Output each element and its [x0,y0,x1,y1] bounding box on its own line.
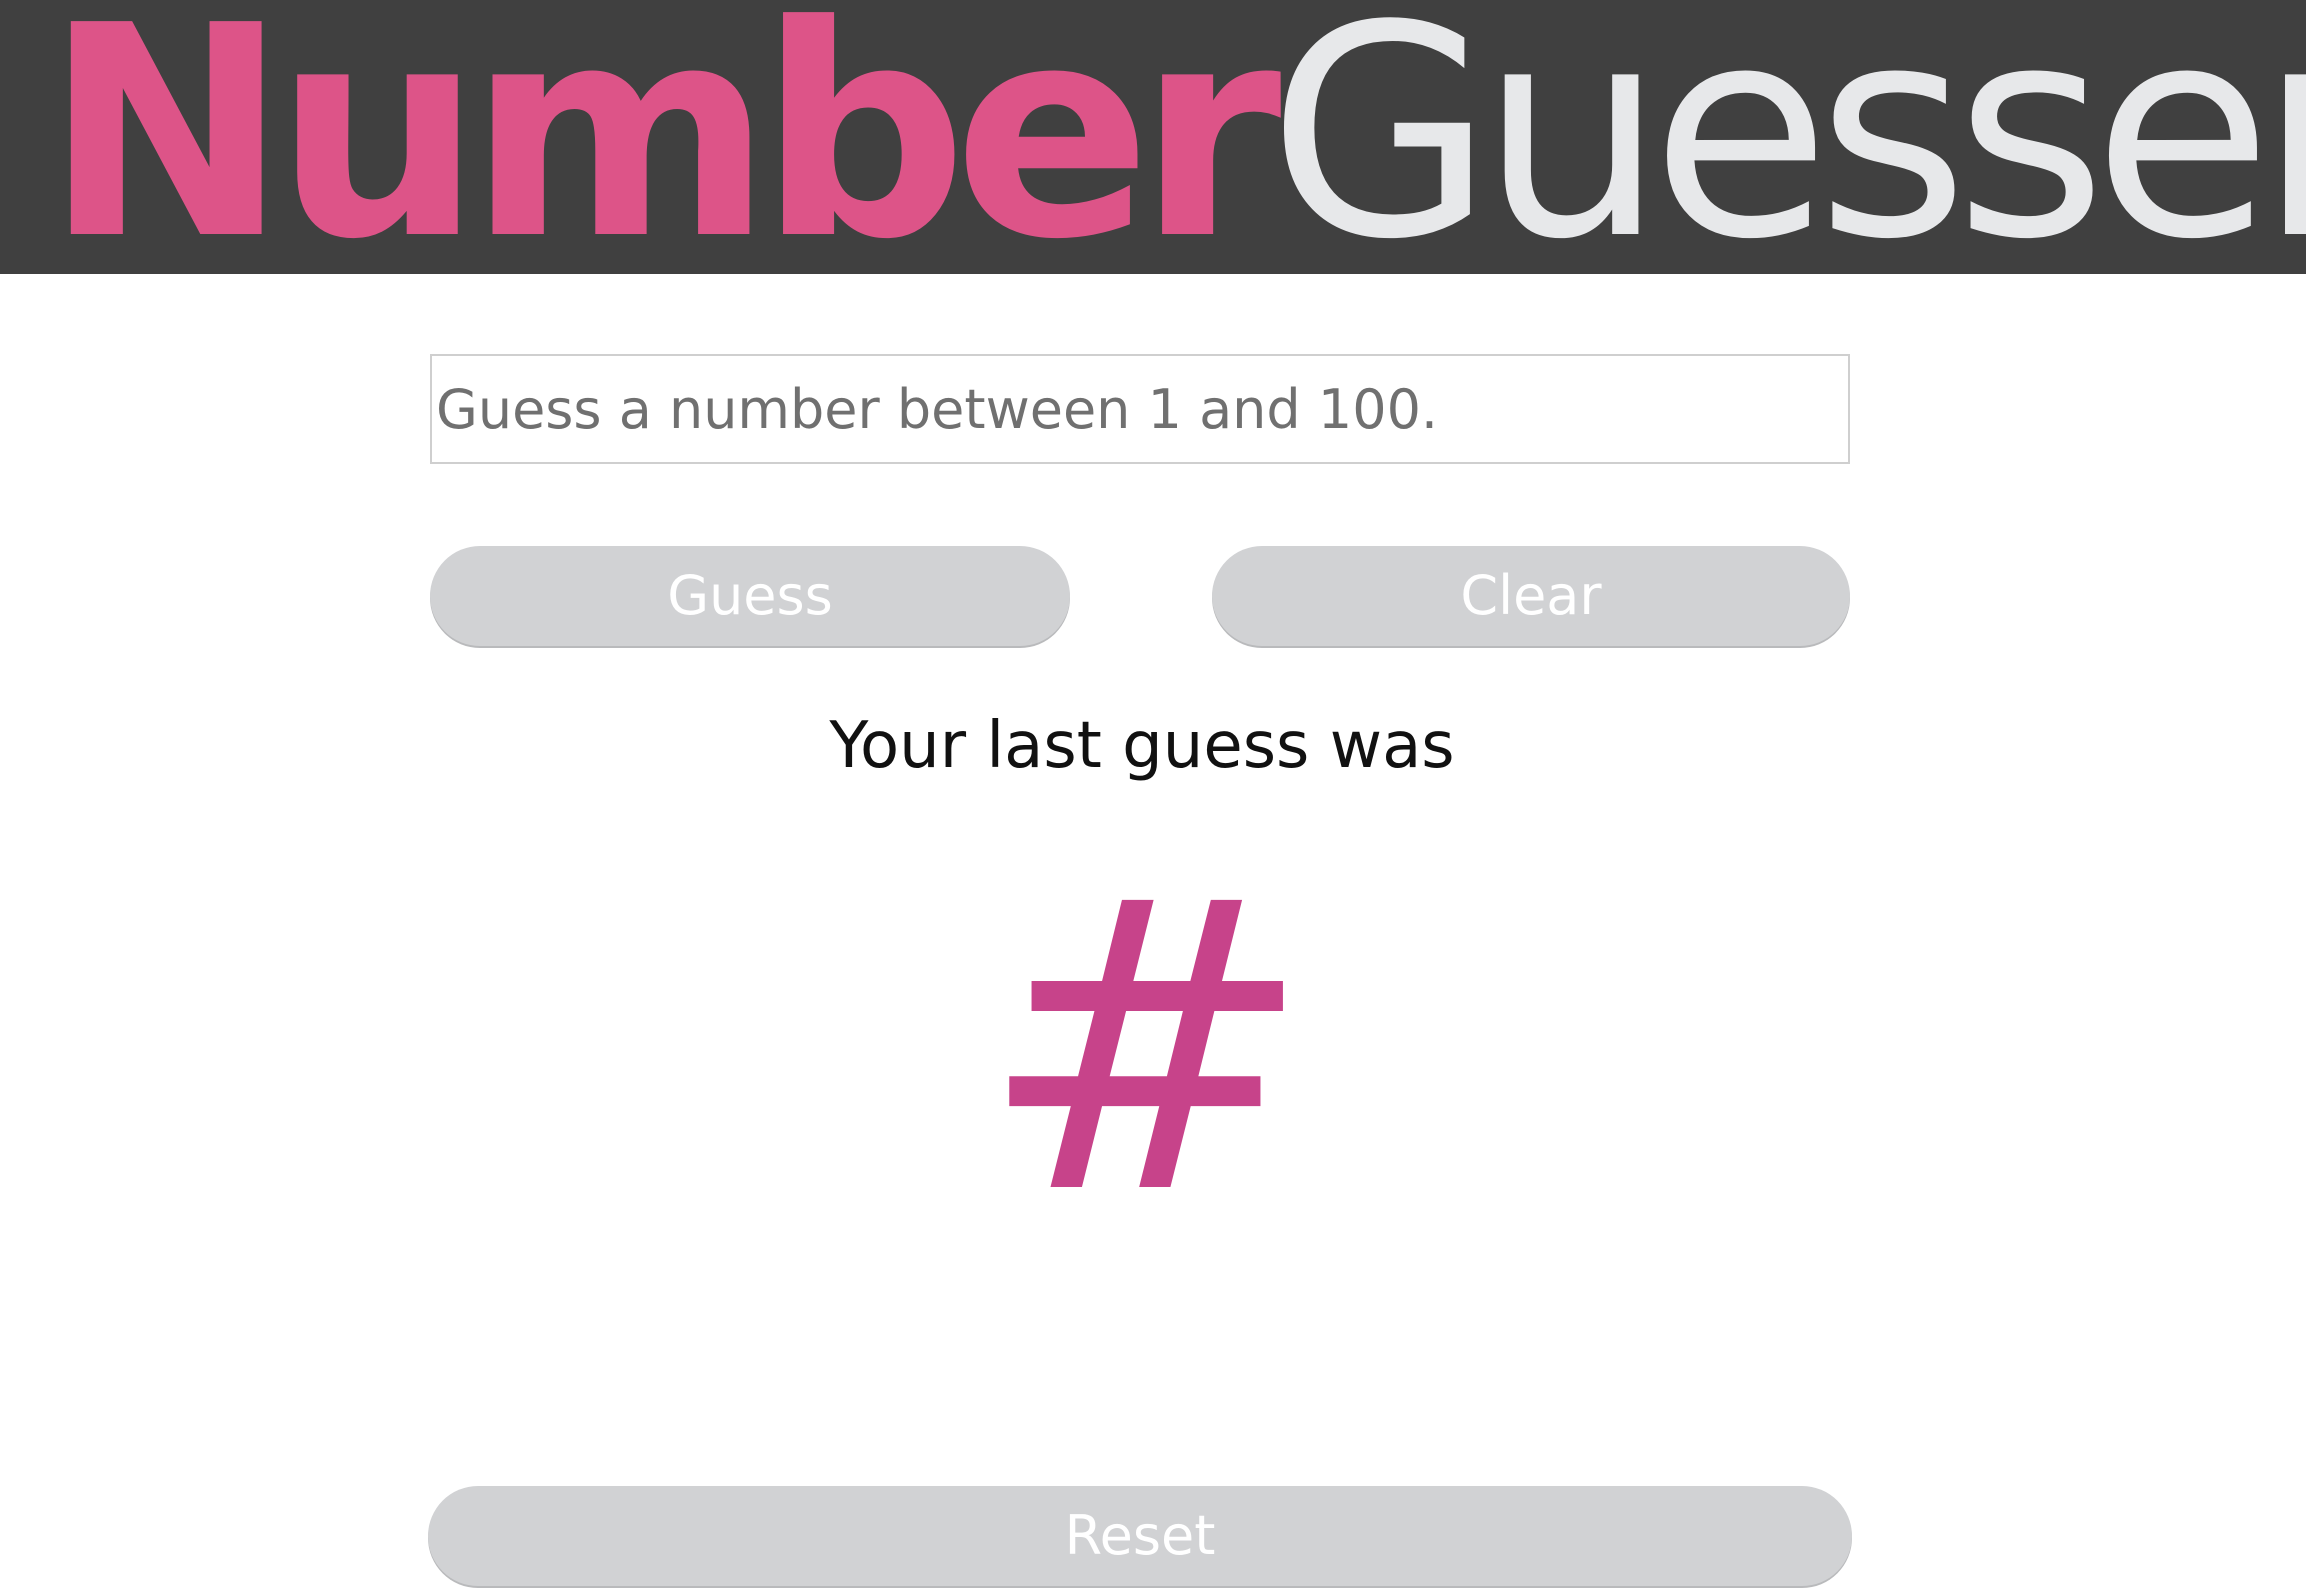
last-guess-value: # [978,817,1314,1282]
app-title: NumberGuesser [44,0,2306,274]
app-title-number: Number [44,0,1282,274]
guess-button[interactable]: Guess [430,546,1070,646]
reset-button[interactable]: Reset [428,1486,1852,1586]
clear-button[interactable]: Clear [1212,546,1850,646]
guess-input[interactable] [430,354,1850,464]
last-guess-label: Your last guess was [829,709,1455,783]
app-header: NumberGuesser [0,0,2306,274]
app-title-guesser: Guesser [1267,0,2306,274]
